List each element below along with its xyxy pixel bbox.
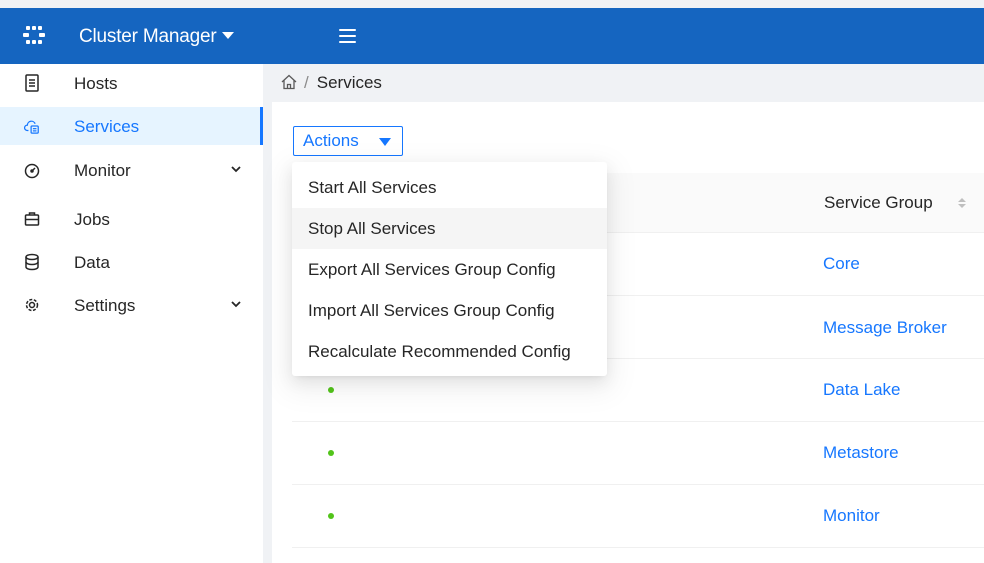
app-logo-icon[interactable]: [22, 24, 46, 46]
sort-icon[interactable]: [957, 196, 967, 210]
menu-item-recalculate-config[interactable]: Recalculate Recommended Config: [292, 331, 607, 372]
sidebar: Hosts Services Monitor Jobs Data Setting…: [0, 64, 263, 563]
menu-item-start-all-services[interactable]: Start All Services: [292, 167, 607, 208]
actions-label: Actions: [303, 131, 359, 150]
sidebar-item-services[interactable]: Services: [0, 107, 263, 145]
top-bar: Cluster Manager: [0, 8, 984, 64]
menu-item-export-config[interactable]: Export All Services Group Config: [292, 249, 607, 290]
table-row: Metastore: [292, 422, 984, 485]
briefcase-icon: [24, 212, 40, 226]
sidebar-item-label: Jobs: [74, 210, 110, 229]
sidebar-item-label: Hosts: [74, 74, 118, 93]
breadcrumb: / Services: [280, 72, 382, 94]
chevron-down-icon: [231, 301, 241, 308]
chevron-down-icon: [231, 166, 241, 173]
menu-item-stop-all-services[interactable]: Stop All Services: [292, 208, 607, 249]
sidebar-item-hosts[interactable]: Hosts: [0, 64, 263, 102]
caret-down-icon: [222, 32, 235, 39]
sidebar-item-data[interactable]: Data: [0, 243, 263, 281]
actions-menu: Start All Services Stop All Services Exp…: [292, 162, 607, 376]
cluster-switcher[interactable]: Cluster Manager: [79, 26, 235, 48]
sidebar-item-monitor[interactable]: Monitor: [0, 151, 263, 189]
caret-down-icon: [379, 138, 391, 146]
gauge-icon: [24, 163, 40, 179]
sidebar-item-label: Monitor: [74, 161, 131, 180]
sidebar-item-label: Settings: [74, 296, 136, 315]
service-group-link[interactable]: Metastore: [823, 443, 899, 463]
sidebar-item-label: Data: [74, 253, 110, 272]
gear-icon: [25, 298, 39, 312]
hosts-icon: [25, 74, 39, 92]
table-row: Monitor: [292, 485, 984, 548]
actions-dropdown-button[interactable]: Actions: [293, 126, 403, 156]
service-group-link[interactable]: Core: [823, 254, 860, 274]
breadcrumb-current: Services: [316, 73, 382, 92]
service-group-link[interactable]: Data Lake: [823, 380, 901, 400]
sidebar-item-label: Services: [74, 117, 140, 136]
sidebar-item-settings[interactable]: Settings: [0, 286, 263, 324]
database-icon: [25, 253, 39, 271]
app-title: Cluster Manager: [79, 26, 217, 47]
home-icon[interactable]: [280, 73, 298, 91]
sidebar-item-jobs[interactable]: Jobs: [0, 200, 263, 238]
status-dot: [328, 387, 334, 393]
cloud-services-icon: [24, 120, 39, 134]
breadcrumb-separator: /: [304, 73, 309, 92]
menu-toggle-icon[interactable]: [339, 29, 356, 43]
status-dot: [328, 513, 334, 519]
service-group-link[interactable]: Message Broker: [823, 318, 947, 338]
service-group-link[interactable]: Monitor: [823, 506, 880, 526]
column-header-service-group[interactable]: Service Group: [824, 193, 933, 213]
menu-item-import-config[interactable]: Import All Services Group Config: [292, 290, 607, 331]
status-dot: [328, 450, 334, 456]
